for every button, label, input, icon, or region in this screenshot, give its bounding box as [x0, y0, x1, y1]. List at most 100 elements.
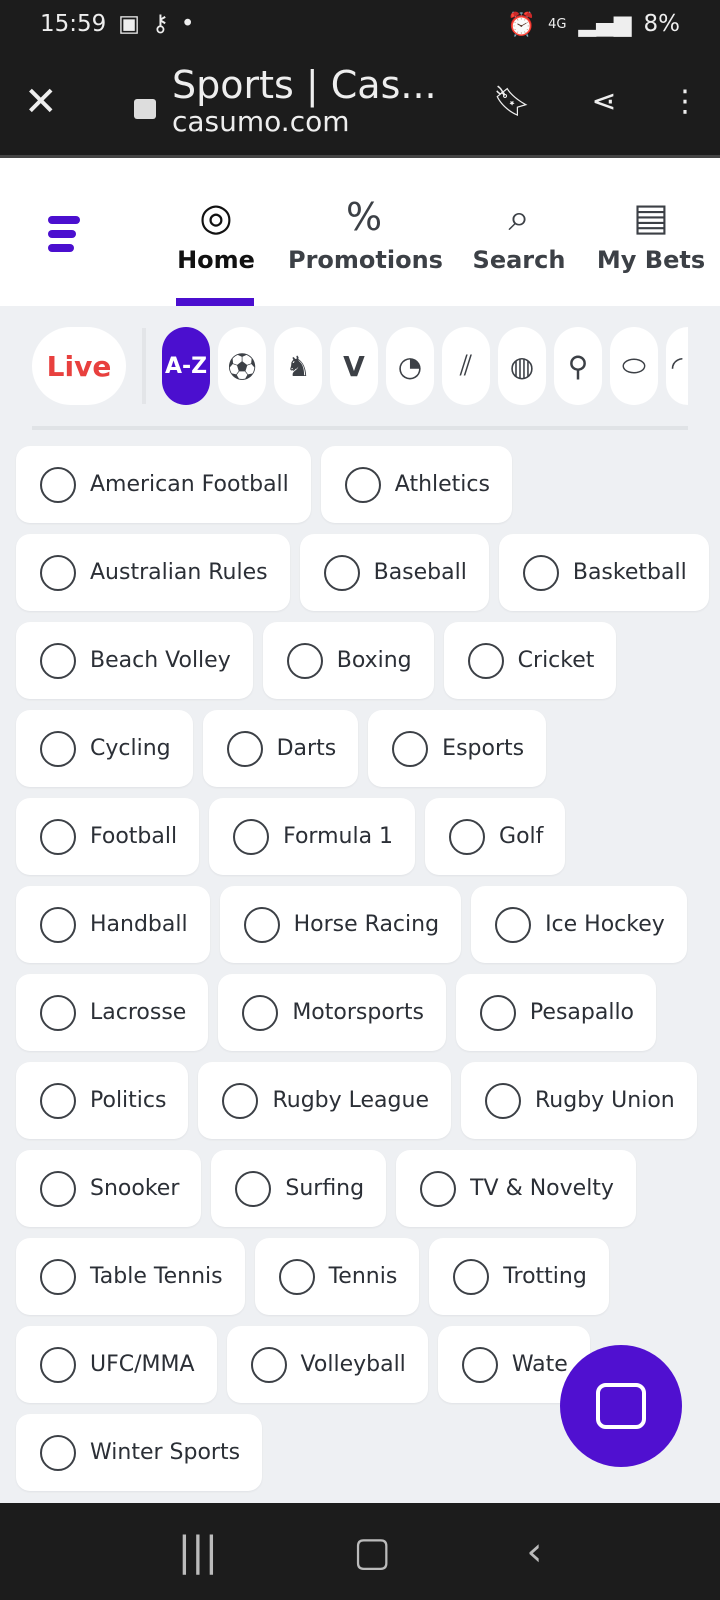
sport-chip-table-tennis[interactable]: Table Tennis [16, 1238, 245, 1315]
sport-label: TV & Novelty [470, 1176, 614, 1201]
home-icon[interactable]: ▢ [353, 1529, 391, 1575]
sport-chip-beach-volley[interactable]: Beach Volley [16, 622, 253, 699]
sport-chip-winter-sports[interactable]: Winter Sports [16, 1414, 263, 1491]
sport-chip-cycling[interactable]: Cycling [16, 710, 193, 787]
sport-chip-handball[interactable]: Handball [16, 886, 210, 963]
close-icon[interactable]: ✕ [24, 79, 74, 125]
tab-promotions[interactable]: % Promotions [288, 188, 443, 274]
sport-label: Athletics [394, 472, 490, 497]
rugby-icon[interactable]: ◜ [666, 327, 688, 405]
sports-row: Politics Rugby League Rugby Union [16, 1062, 720, 1139]
chat-button[interactable] [560, 1345, 682, 1467]
sports-row: Australian Rules Baseball Basketball [16, 534, 720, 611]
az-button[interactable]: A-Z [162, 327, 210, 405]
v-logo-icon[interactable]: V [330, 327, 378, 405]
sport-chip-tennis[interactable]: Tennis [254, 1238, 420, 1315]
sport-chip-trotting[interactable]: Trotting [429, 1238, 609, 1315]
battery-level: 8% [643, 11, 681, 37]
bookmark-icon[interactable]: 🔖︎ [466, 84, 558, 119]
sport-chip-horse-racing[interactable]: Horse Racing [219, 886, 462, 963]
sport-label: Lacrosse [90, 1000, 187, 1025]
tennis-icon[interactable]: ◔ [386, 327, 434, 405]
sport-label: Darts [276, 736, 337, 761]
sport-label: Pesapallo [529, 1000, 635, 1025]
status-bar: 15:59 ▣ ⚷ • ⏰ 4G ▂▄▆ 8% [0, 0, 720, 48]
sport-icon [40, 1434, 76, 1471]
sport-chip-lacrosse[interactable]: Lacrosse [16, 974, 209, 1051]
address-bar[interactable]: Sports | Cas... casumo.com [172, 65, 466, 138]
more-menu-icon[interactable]: ⋮ [650, 84, 720, 119]
sport-icon [40, 994, 76, 1031]
sport-chip-rugby-league[interactable]: Rugby League [198, 1062, 451, 1139]
lock-icon[interactable] [134, 98, 156, 119]
sports-row: Handball Horse Racing Ice Hockey [16, 886, 720, 963]
sport-label: Wate [511, 1352, 568, 1377]
network-type: 4G [548, 16, 567, 32]
sport-chip-snooker[interactable]: Snooker [16, 1150, 202, 1227]
key-icon: ⚷ [152, 11, 169, 37]
sport-label: Ice Hockey [545, 912, 665, 937]
sport-icon [522, 554, 559, 591]
sport-chip-ufc-mma[interactable]: UFC/MMA [16, 1326, 217, 1403]
tab-label: Promotions [288, 246, 443, 274]
sport-icon [40, 906, 76, 943]
recent-apps-icon[interactable]: ||| [178, 1529, 218, 1575]
football-icon[interactable]: ⚽︎ [218, 327, 266, 405]
live-button[interactable]: Live [32, 327, 126, 405]
sport-icon [323, 554, 360, 591]
sport-label: Tennis [328, 1264, 398, 1289]
cricket-icon[interactable]: ⫽ [442, 327, 490, 405]
sport-icon [235, 1170, 272, 1207]
sport-label: Cricket [517, 648, 595, 673]
sport-chip-basketball[interactable]: Basketball [498, 534, 709, 611]
sport-chip-golf[interactable]: Golf [425, 798, 566, 875]
tab-home[interactable]: ◎ Home [176, 188, 256, 274]
rugby-union-icon[interactable]: ⬭ [610, 327, 658, 405]
sport-icon [222, 1082, 259, 1119]
divider [142, 328, 146, 404]
clock: 15:59 [40, 11, 107, 37]
sport-chip-baseball[interactable]: Baseball [299, 534, 489, 611]
sport-icon [40, 554, 76, 591]
sport-label: Esports [442, 736, 525, 761]
menu-icon[interactable] [48, 216, 80, 258]
sport-filter-strip: Live A-Z ⚽︎ ♞ V ◔ ⫽ ◍ ⚲ ⬭ ◜ [0, 320, 720, 412]
sport-chip-american-football[interactable]: American Football [16, 446, 311, 523]
sport-chip-esports[interactable]: Esports [368, 710, 547, 787]
sport-icon [467, 642, 504, 679]
tab-label: My Bets [596, 246, 706, 274]
sport-label: Snooker [90, 1176, 180, 1201]
page-url: casumo.com [172, 105, 350, 138]
sport-chip-rugby-union[interactable]: Rugby Union [460, 1062, 697, 1139]
sport-icon [40, 466, 76, 503]
sport-chip-tv-novelty[interactable]: TV & Novelty [396, 1150, 636, 1227]
tab-my-bets[interactable]: ▤ My Bets [596, 188, 706, 274]
sport-chip-athletics[interactable]: Athletics [320, 446, 512, 523]
horse-icon[interactable]: ♞ [274, 327, 322, 405]
basketball-icon[interactable]: ◍ [498, 327, 546, 405]
sport-chip-pesapallo[interactable]: Pesapallo [455, 974, 657, 1051]
sport-icon [286, 642, 323, 679]
sport-chip-australian-rules[interactable]: Australian Rules [16, 534, 290, 611]
sport-chip-boxing[interactable]: Boxing [262, 622, 434, 699]
sport-label: Trotting [503, 1264, 587, 1289]
golf-icon[interactable]: ⚲ [554, 327, 602, 405]
sport-icon [278, 1258, 315, 1295]
sport-chip-football[interactable]: Football [16, 798, 200, 875]
sport-chip-politics[interactable]: Politics [16, 1062, 189, 1139]
sport-chip-volleyball[interactable]: Volleyball [226, 1326, 428, 1403]
sports-row: Football Formula 1 Golf [16, 798, 720, 875]
sport-label: American Football [90, 472, 289, 497]
back-icon[interactable]: ‹ [526, 1529, 542, 1575]
sport-icon [233, 818, 270, 855]
sport-chip-cricket[interactable]: Cricket [443, 622, 617, 699]
sport-chip-motorsports[interactable]: Motorsports [218, 974, 446, 1051]
sport-label: Rugby League [272, 1088, 429, 1113]
share-icon[interactable]: ⋖ [558, 84, 650, 119]
sport-chip-darts[interactable]: Darts [202, 710, 359, 787]
sport-chip-surfing[interactable]: Surfing [211, 1150, 387, 1227]
sport-label: Politics [90, 1088, 167, 1113]
sport-chip-ice-hockey[interactable]: Ice Hockey [471, 886, 687, 963]
sport-chip-formula-1[interactable]: Formula 1 [209, 798, 416, 875]
tab-search[interactable]: ⌕ Search [470, 188, 568, 274]
